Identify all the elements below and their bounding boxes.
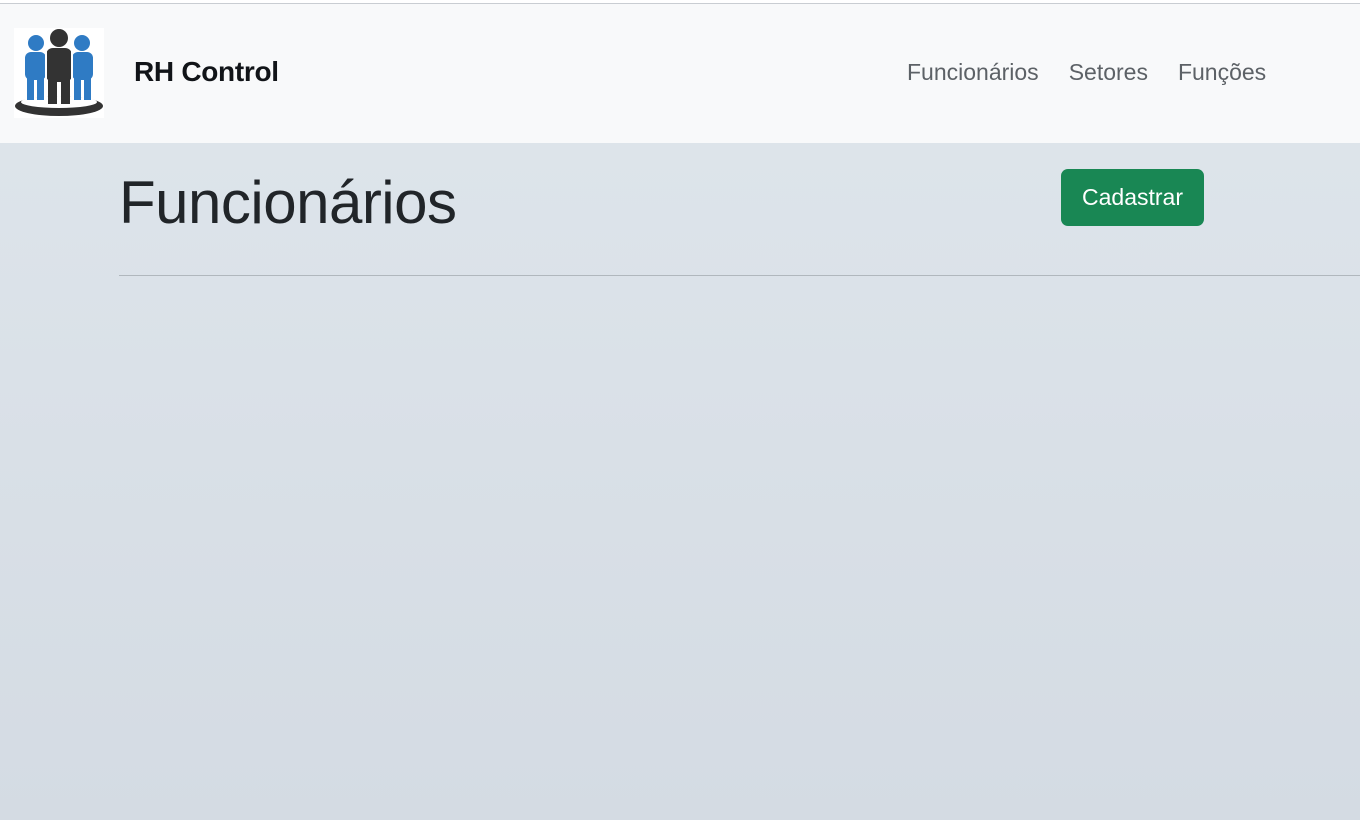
nav-item-funcoes[interactable]: Funções: [1178, 59, 1266, 86]
cadastrar-button[interactable]: Cadastrar: [1061, 169, 1204, 226]
people-group-icon[interactable]: [14, 28, 104, 118]
page-title: Funcionários: [119, 169, 457, 236]
nav-links: Funcionários Setores Funções: [907, 59, 1266, 86]
nav-item-setores[interactable]: Setores: [1069, 59, 1148, 86]
navbar: RH Control Funcionários Setores Funções: [0, 4, 1360, 143]
brand-name[interactable]: RH Control: [134, 56, 279, 88]
nav-item-funcionarios[interactable]: Funcionários: [907, 59, 1039, 86]
section-divider: [119, 275, 1360, 276]
